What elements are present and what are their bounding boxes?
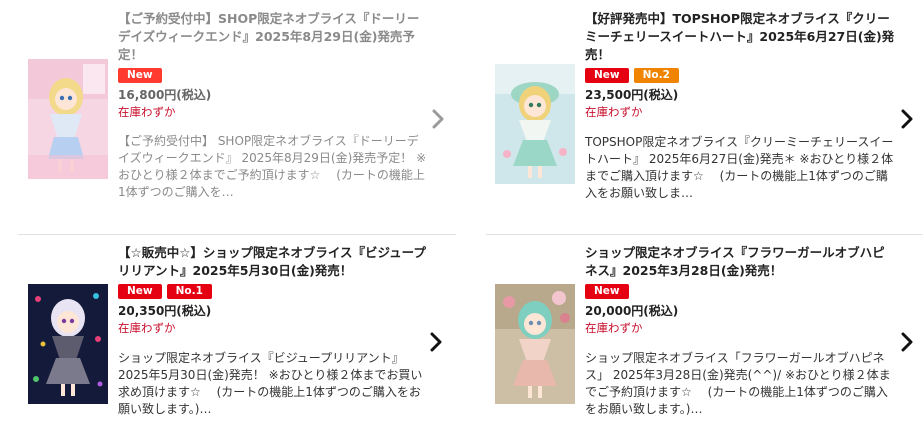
- badge-list: New No.1: [118, 284, 428, 299]
- row-divider: [18, 234, 456, 235]
- product-title[interactable]: 【ご予約受付中】SHOP限定ネオブライス『ドーリーデイズウィークエンド』2025…: [118, 10, 428, 64]
- product-title[interactable]: 【☆販売中☆】ショップ限定ネオブライス『ビジュープリリアント』2025年5月30…: [118, 244, 428, 280]
- stock-status: 在庫わずか: [118, 321, 176, 335]
- badge-list: New: [118, 68, 428, 83]
- product-description: 【ご予約受付中】 SHOP限定ネオブライス『ドーリーデイズウィークエンド』 20…: [118, 134, 427, 199]
- stock-status: 在庫わずか: [118, 105, 176, 119]
- badge-list: New: [585, 284, 895, 299]
- rank-badge: No.1: [166, 284, 212, 299]
- chevron-right-icon[interactable]: [426, 330, 446, 354]
- product-card[interactable]: 【☆販売中☆】ショップ限定ネオブライス『ビジュープリリアント』2025年5月30…: [28, 244, 458, 444]
- stock-status: 在庫わずか: [585, 105, 643, 119]
- chevron-right-icon[interactable]: [897, 330, 917, 354]
- product-price: 20,350円(税込): [118, 304, 212, 318]
- chevron-right-icon[interactable]: [897, 107, 917, 131]
- badge-list: New No.2: [585, 68, 895, 83]
- product-title[interactable]: 【好評発売中】TOPSHOP限定ネオブライス『クリーミーチェリースイートハート』…: [585, 10, 895, 64]
- new-badge: New: [118, 68, 162, 83]
- stock-status: 在庫わずか: [585, 321, 643, 335]
- new-badge: New: [585, 284, 629, 299]
- product-image[interactable]: [28, 59, 108, 179]
- product-image[interactable]: [495, 64, 575, 184]
- product-card[interactable]: 【ご予約受付中】SHOP限定ネオブライス『ドーリーデイズウィークエンド』2025…: [28, 10, 458, 215]
- product-price: 16,800円(税込): [118, 88, 212, 102]
- product-description: ショップ限定ネオブライス「フラワーガールオブハピネス」 2025年3月28日(金…: [585, 351, 891, 416]
- doll-photo-icon: [495, 64, 575, 184]
- row-divider: [486, 234, 923, 235]
- doll-photo-icon: [28, 59, 108, 179]
- product-title[interactable]: ショップ限定ネオブライス『フラワーガールオブハピネス』2025年3月28日(金)…: [585, 244, 895, 280]
- chevron-right-icon[interactable]: [428, 107, 448, 131]
- rank-badge: No.2: [633, 68, 679, 83]
- product-price: 20,000円(税込): [585, 304, 679, 318]
- product-description: ショップ限定ネオブライス『ビジュープリリアント』 2025年5月30日(金)発売…: [118, 351, 423, 416]
- doll-photo-icon: [28, 284, 108, 404]
- product-image[interactable]: [495, 284, 575, 404]
- product-price: 23,500円(税込): [585, 88, 679, 102]
- product-card[interactable]: ショップ限定ネオブライス『フラワーガールオブハピネス』2025年3月28日(金)…: [495, 244, 920, 444]
- product-card[interactable]: 【好評発売中】TOPSHOP限定ネオブライス『クリーミーチェリースイートハート』…: [495, 10, 920, 215]
- doll-photo-icon: [495, 284, 575, 404]
- new-badge: New: [585, 68, 629, 83]
- product-description: TOPSHOP限定ネオブライス『クリーミーチェリースイートハート』 2025年6…: [585, 135, 894, 200]
- product-image[interactable]: [28, 284, 108, 404]
- new-badge: New: [118, 284, 162, 299]
